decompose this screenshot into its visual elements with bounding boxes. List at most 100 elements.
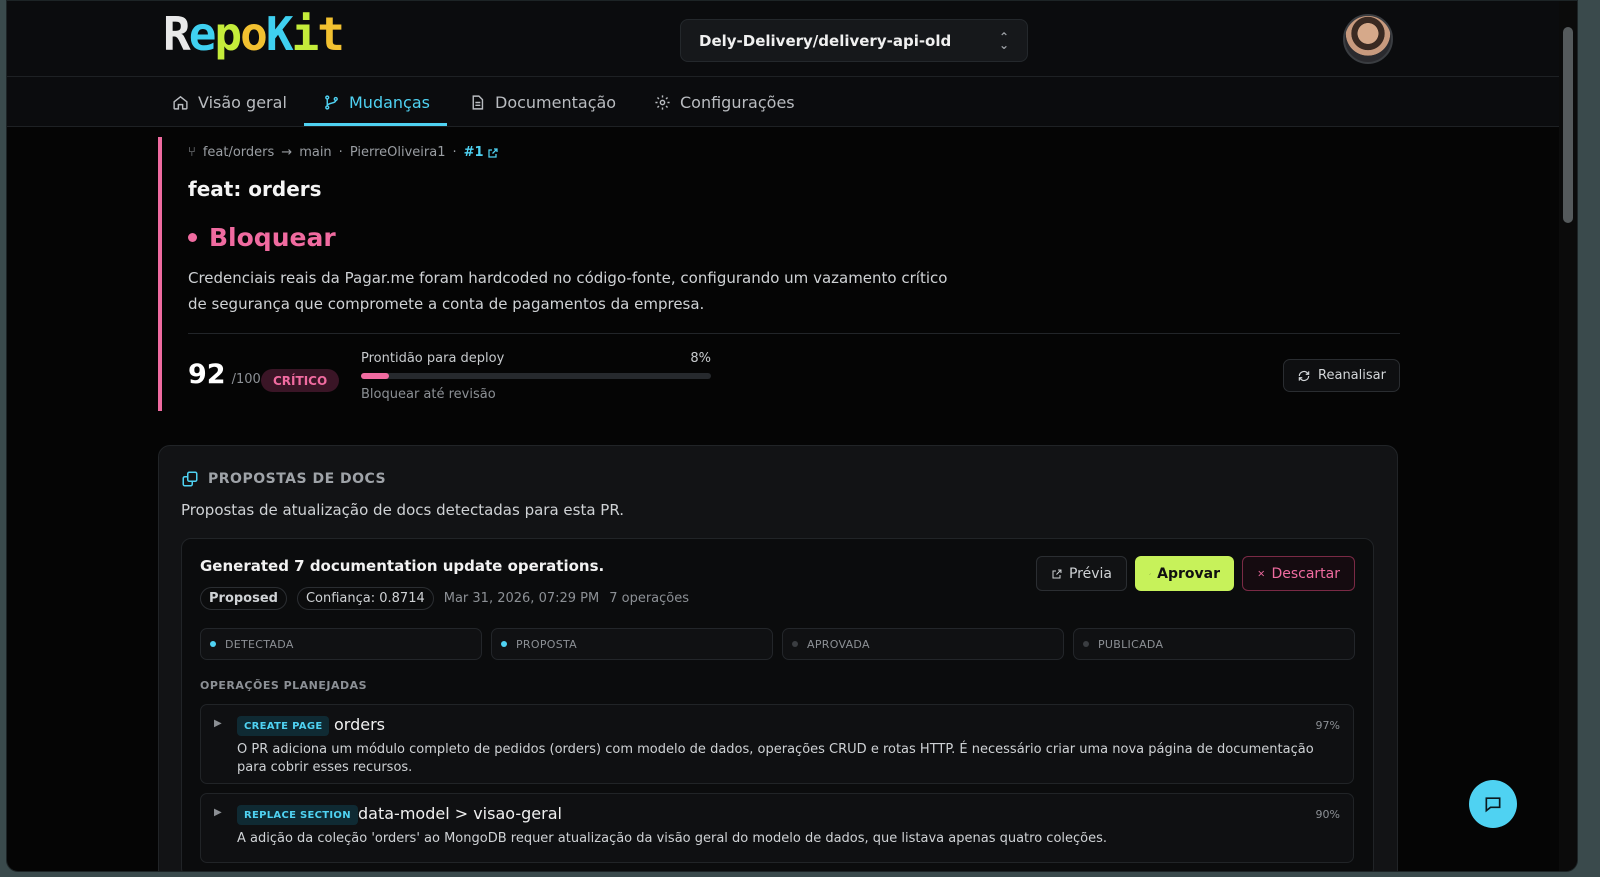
deploy-label: Prontidão para deploy (361, 351, 505, 366)
operation-title: Generated 7 documentation update operati… (200, 557, 605, 575)
stage-dot (501, 641, 507, 647)
docs-heading-label: PROPOSTAS DE DOCS (208, 471, 387, 487)
check-icon (1149, 572, 1151, 575)
source-branch: feat/orders (202, 145, 275, 160)
target-branch: main (299, 145, 332, 160)
score-max: /100 (231, 372, 261, 387)
tab-label: Visão geral (198, 92, 287, 112)
op-description: A adição da coleção 'orders' ao MongoDB … (237, 831, 1108, 846)
deploy-note: Bloquear até revisão (361, 387, 496, 402)
pr-author: PierreOliveira1 (349, 145, 446, 160)
scrollbar-thumb[interactable] (1563, 27, 1573, 223)
separator-dot: · (452, 145, 457, 160)
stage-detectada: DETECTADA (200, 628, 482, 660)
stage-label: APROVADA (807, 637, 870, 651)
document-icon (472, 94, 484, 110)
deploy-readiness: Prontidão para deploy 8% Bloquear até re… (361, 351, 711, 402)
reanalyze-label: Reanalisar (1318, 368, 1386, 383)
approve-button[interactable]: Aprovar (1135, 556, 1234, 591)
operation-actions: Prévia Aprovar Descartar (1036, 556, 1355, 591)
docs-heading: PROPOSTAS DE DOCS (181, 470, 386, 488)
confidence-badge: Confiança: 0.8714 (296, 587, 434, 610)
chevron-up-down-icon: ⌃ ⌄ (998, 29, 1009, 52)
chat-bubble-icon (1485, 797, 1501, 813)
stage-aprovada: APROVADA (782, 628, 1064, 660)
arrow-right-icon: → (281, 145, 293, 160)
operation-timestamp: Mar 31, 2026, 07:29 PM (443, 591, 600, 606)
pr-number: #1 (463, 145, 484, 160)
stage-publicada: PUBLICADA (1073, 628, 1355, 660)
app-window: RepoKit Dely-Delivery/delivery-api-old ⌃… (6, 0, 1578, 872)
deploy-progress-bar (361, 373, 711, 379)
approve-label: Aprovar (1157, 565, 1220, 582)
op-confidence: 97% (1315, 719, 1340, 732)
op-type-badge: REPLACE SECTION (237, 805, 358, 825)
docs-stack-icon (182, 471, 198, 487)
tab-configuracoes[interactable]: Configurações (654, 77, 795, 127)
refresh-icon (1298, 370, 1310, 381)
active-tab-indicator (304, 123, 447, 126)
severity-badge: CRÍTICO (261, 369, 340, 392)
tab-label: Configurações (680, 92, 795, 112)
verdict: Bloquear (188, 223, 336, 252)
close-icon (1258, 570, 1265, 577)
op-target: data-model > visao-geral (358, 804, 562, 823)
separator-dot: · (338, 145, 343, 160)
preview-button[interactable]: Prévia (1036, 556, 1127, 591)
tab-visao-geral[interactable]: Visão geral (172, 77, 287, 127)
planned-op-item[interactable]: ▶ REPLACE SECTION data-model > visao-ger… (200, 793, 1354, 863)
pr-summary-card: ⑂ feat/orders → main · PierreOliveira1 ·… (158, 137, 1400, 411)
pr-number-link[interactable]: #1 (464, 145, 499, 160)
op-description: O PR adiciona um módulo completo de pedi… (237, 742, 1314, 775)
repokit-logo[interactable]: RepoKit (163, 11, 345, 57)
top-header: RepoKit Dely-Delivery/delivery-api-old ⌃… (7, 1, 1561, 77)
tab-label: Mudanças (349, 92, 430, 112)
main-tabs: Visão geral Mudanças Documentação Config… (7, 77, 1561, 127)
planned-ops-heading: OPERAÇÕES PLANEJADAS (200, 679, 368, 692)
stage-label: PUBLICADA (1098, 637, 1164, 651)
stage-dot (792, 641, 798, 647)
tab-documentacao[interactable]: Documentação (469, 77, 616, 127)
verdict-dot (188, 233, 197, 242)
external-link-icon (487, 147, 498, 158)
reanalyze-button[interactable]: Reanalisar (1283, 359, 1400, 392)
gear-icon (655, 94, 670, 110)
user-avatar[interactable] (1343, 14, 1393, 64)
planned-op-item[interactable]: ▶ CREATE PAGE orders 97% O PR adiciona u… (200, 704, 1354, 784)
op-confidence: 90% (1315, 808, 1340, 821)
deploy-progress-fill (361, 373, 389, 379)
pr-title: feat: orders (188, 177, 322, 201)
risk-score: 92 /100 (188, 359, 261, 390)
stage-dot (1083, 641, 1089, 647)
repository-selector[interactable]: Dely-Delivery/delivery-api-old ⌃ ⌄ (680, 19, 1028, 62)
divider (188, 333, 1400, 334)
verdict-description: Credenciais reais da Pagar.me foram hard… (188, 269, 948, 313)
stage-proposta: PROPOSTA (491, 628, 773, 660)
page-scrollbar[interactable] (1559, 1, 1577, 871)
operation-batch: Generated 7 documentation update operati… (181, 538, 1374, 871)
expand-caret-icon[interactable]: ▶ (214, 718, 222, 729)
tab-label: Documentação (495, 92, 617, 112)
home-icon (173, 95, 188, 110)
repository-selector-value: Dely-Delivery/delivery-api-old (699, 31, 952, 50)
score-value: 92 (188, 359, 226, 390)
external-link-icon (1052, 569, 1062, 578)
deploy-percent: 8% (690, 351, 711, 366)
workflow-stages: DETECTADA PROPOSTA APROVADA PUBLICADA (200, 628, 1355, 660)
discard-label: Descartar (1271, 565, 1340, 582)
operation-count: 7 operações (609, 591, 690, 606)
pr-meta: ⑂ feat/orders → main · PierreOliveira1 ·… (188, 145, 499, 160)
docs-subtitle: Propostas de atualização de docs detecta… (181, 501, 624, 519)
stage-dot (210, 641, 216, 647)
tab-mudancas[interactable]: Mudanças (323, 77, 430, 127)
stage-label: DETECTADA (225, 637, 294, 651)
docs-proposals-card: PROPOSTAS DE DOCS Propostas de atualizaç… (158, 445, 1398, 871)
chat-button[interactable] (1469, 780, 1517, 828)
branch-icon: ⑂ (188, 145, 196, 160)
expand-caret-icon[interactable]: ▶ (214, 807, 222, 818)
discard-button[interactable]: Descartar (1242, 556, 1355, 591)
operation-meta: Proposed Confiança: 0.8714 Mar 31, 2026,… (200, 587, 689, 610)
git-branch-icon (325, 94, 338, 110)
op-type-badge: CREATE PAGE (237, 716, 330, 736)
status-badge: Proposed (200, 587, 287, 610)
